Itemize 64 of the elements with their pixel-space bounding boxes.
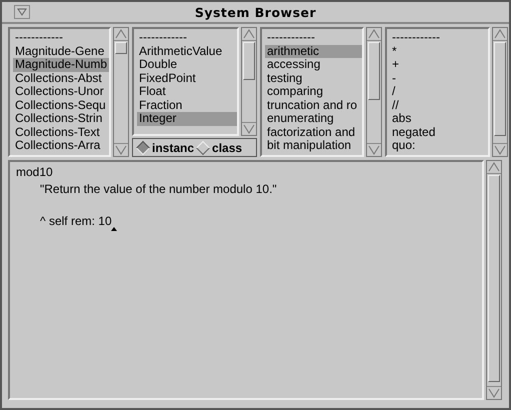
list-item[interactable]: Magnitude-Gene xyxy=(13,44,109,58)
scroll-up-arrow-icon[interactable] xyxy=(114,28,128,41)
list-item[interactable]: bit manipulation xyxy=(265,139,362,152)
list-item[interactable]: Collections-Unor xyxy=(13,85,109,98)
list-item[interactable]: accessing xyxy=(265,58,362,72)
list-item[interactable]: Collections-Text xyxy=(13,126,109,139)
list-item[interactable]: negated xyxy=(390,126,488,139)
scrollbar-thumb[interactable] xyxy=(488,175,500,382)
list-item[interactable]: Collections-Sequ xyxy=(13,98,109,112)
scroll-up-arrow-icon[interactable] xyxy=(242,28,256,41)
list-item[interactable]: ------------ xyxy=(265,31,362,44)
scroll-up-arrow-icon[interactable] xyxy=(367,28,381,41)
code-line: mod10 xyxy=(16,165,53,179)
list-item[interactable]: ArithmeticValue xyxy=(137,44,237,58)
list-item[interactable]: * xyxy=(390,44,488,58)
scrollbar-thumb[interactable] xyxy=(115,42,127,54)
list-item[interactable]: abs xyxy=(390,112,488,126)
list-item[interactable]: Float xyxy=(137,85,237,98)
list-item[interactable]: ------------ xyxy=(390,31,488,44)
scrollbar[interactable] xyxy=(366,27,382,157)
scrollbar[interactable] xyxy=(241,27,257,136)
scroll-up-arrow-icon[interactable] xyxy=(493,28,507,41)
list-item[interactable]: Double xyxy=(137,58,237,72)
list-item[interactable]: Fraction xyxy=(137,98,237,112)
list-item[interactable]: - xyxy=(390,72,488,85)
list-item[interactable]: ------------ xyxy=(137,31,237,44)
scrollbar-thumb[interactable] xyxy=(243,42,255,80)
scrollbar[interactable] xyxy=(492,27,508,157)
code-line: ^ self rem: 10 xyxy=(40,214,112,228)
code-editor[interactable]: mod10 "Return the value of the number modulo 10." ^ self rem: 10 xyxy=(8,160,484,400)
text-cursor-icon xyxy=(110,227,117,231)
scrollbar-thumb[interactable] xyxy=(368,42,380,100)
radio-button[interactable]: instanc xyxy=(136,140,194,154)
list-item[interactable]: truncation and ro xyxy=(265,98,362,112)
triangle-icon xyxy=(17,8,27,16)
list-item[interactable]: quo: xyxy=(390,139,488,152)
list-item[interactable]: Integer xyxy=(137,112,237,126)
list-item[interactable]: Collections-Abst xyxy=(13,72,109,85)
list-item[interactable]: arithmetic xyxy=(265,44,362,58)
scrollbar-thumb[interactable] xyxy=(494,42,506,136)
window-menu-button[interactable] xyxy=(14,5,30,19)
list-item[interactable]: // xyxy=(390,98,488,112)
scroll-down-arrow-icon[interactable] xyxy=(487,386,501,399)
list-item[interactable]: + xyxy=(390,58,488,72)
list-item[interactable]: ------------ xyxy=(13,31,109,44)
window-title: System Browser xyxy=(194,4,318,20)
list-item[interactable]: Magnitude-Numb xyxy=(13,58,109,72)
list-item[interactable]: Collections-Strin xyxy=(13,112,109,126)
list-item[interactable]: Collections-Arra xyxy=(13,139,109,152)
list-item[interactable]: / xyxy=(390,85,488,98)
scrollbar[interactable] xyxy=(113,27,129,157)
code-line: "Return the value of the number modulo 10." xyxy=(40,182,277,196)
list-item[interactable]: factorization and xyxy=(265,126,362,139)
scroll-down-arrow-icon[interactable] xyxy=(367,143,381,156)
list-item[interactable]: testing xyxy=(265,72,362,85)
list-item[interactable]: FixedPoint xyxy=(137,72,237,85)
scroll-up-arrow-icon[interactable] xyxy=(487,161,501,174)
list-item[interactable]: enumerating xyxy=(265,112,362,126)
list-item[interactable]: comparing xyxy=(265,85,362,98)
scroll-down-arrow-icon[interactable] xyxy=(242,122,256,135)
radio-button[interactable]: class xyxy=(196,140,242,154)
scroll-down-arrow-icon[interactable] xyxy=(493,143,507,156)
scroll-down-arrow-icon[interactable] xyxy=(114,143,128,156)
scrollbar[interactable] xyxy=(486,160,502,400)
